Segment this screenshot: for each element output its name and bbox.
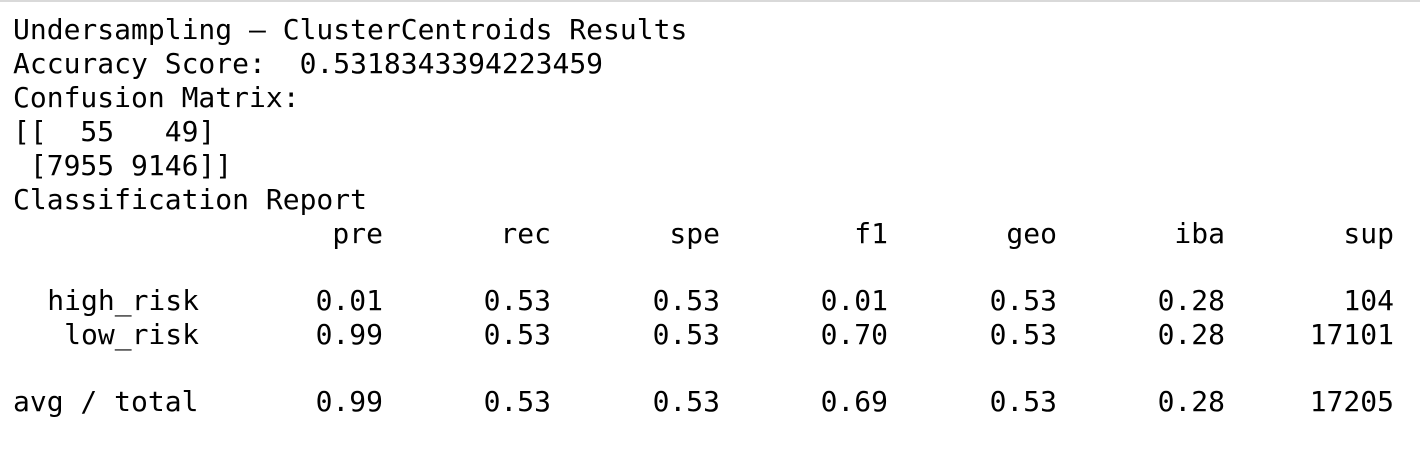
cell-f1: 0.70 — [820, 318, 888, 351]
cell-pre: 0.01 — [315, 284, 383, 317]
results-title: Undersampling – ClusterCentroids Results — [13, 13, 688, 46]
report-row-total: avg / total 0.99 0.53 0.53 0.69 0.53 0.2… — [13, 385, 1408, 419]
cell-spe: 0.53 — [652, 385, 720, 418]
top-border — [0, 0, 1420, 2]
cell-geo: 0.53 — [989, 385, 1057, 418]
cell-f1: 0.69 — [820, 385, 888, 418]
cell-spe: 0.53 — [652, 284, 720, 317]
confusion-matrix-row-2: [7955 9146]] — [13, 149, 233, 182]
cell-iba: 0.28 — [1157, 318, 1225, 351]
cell-sup: 17101 — [1309, 318, 1394, 351]
cell-sup: 17205 — [1309, 385, 1394, 418]
cell-pre: 0.99 — [315, 385, 383, 418]
header-iba: iba — [1174, 217, 1225, 250]
accuracy-value: 0.5318343394223459 — [299, 47, 604, 80]
header-sup: sup — [1343, 217, 1394, 250]
accuracy-line: Accuracy Score: 0.5318343394223459 — [13, 47, 1408, 81]
confusion-matrix-row-1: [[ 55 49] — [13, 115, 216, 148]
report-row-low-risk: low_risk 0.99 0.53 0.53 0.70 0.53 0.28 1… — [13, 318, 1408, 352]
header-pre: pre — [332, 217, 383, 250]
header-f1: f1 — [854, 217, 888, 250]
cell-geo: 0.53 — [989, 284, 1057, 317]
report-row-high-risk: high_risk 0.01 0.53 0.53 0.01 0.53 0.28 … — [13, 284, 1408, 318]
confusion-matrix-label: Confusion Matrix: — [13, 81, 300, 114]
cell-rec: 0.53 — [483, 284, 551, 317]
classification-report-table: pre rec spe f1 geo iba sup high_risk 0.0… — [13, 217, 1408, 419]
cell-iba: 0.28 — [1157, 284, 1225, 317]
cell-sup: 104 — [1343, 284, 1394, 317]
accuracy-label: Accuracy Score: — [13, 47, 266, 80]
cell-iba: 0.28 — [1157, 385, 1225, 418]
row-label: low_risk — [64, 318, 199, 351]
cell-f1: 0.01 — [820, 284, 888, 317]
cell-geo: 0.53 — [989, 318, 1057, 351]
header-geo: geo — [1006, 217, 1057, 250]
report-spacer — [13, 352, 1408, 385]
cell-spe: 0.53 — [652, 318, 720, 351]
cell-rec: 0.53 — [483, 318, 551, 351]
classification-report-label: Classification Report — [13, 183, 368, 216]
cell-pre: 0.99 — [315, 318, 383, 351]
report-header-row: pre rec spe f1 geo iba sup — [13, 217, 1408, 251]
notebook-output: Undersampling – ClusterCentroids Results… — [13, 13, 1408, 419]
header-spe: spe — [669, 217, 720, 250]
report-spacer — [13, 251, 1408, 284]
cell-rec: 0.53 — [483, 385, 551, 418]
row-label: high_risk — [47, 284, 199, 317]
header-rec: rec — [500, 217, 551, 250]
row-label: avg / total — [13, 385, 199, 418]
